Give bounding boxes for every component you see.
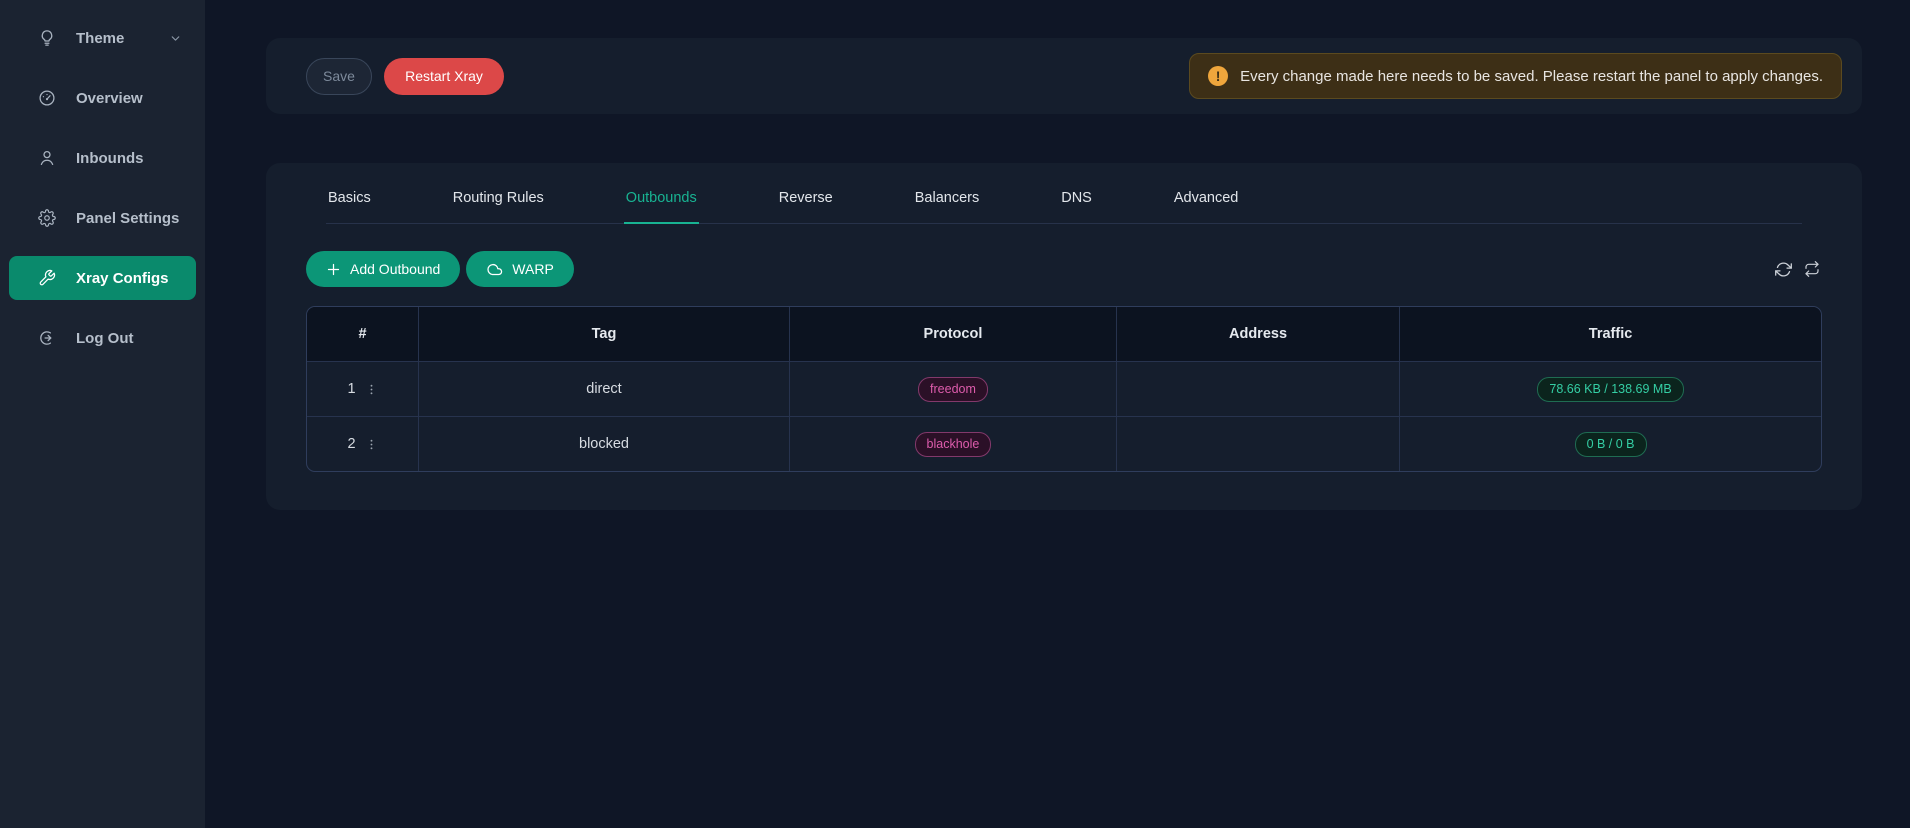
row-menu-icon[interactable] (365, 383, 378, 396)
tab-bar: Basics Routing Rules Outbounds Reverse B… (326, 169, 1802, 224)
restart-xray-button[interactable]: Restart Xray (384, 58, 504, 95)
bulb-icon (38, 29, 56, 47)
address-cell (1117, 416, 1400, 471)
sidebar-item-log-out[interactable]: Log Out (9, 316, 196, 360)
save-button[interactable]: Save (306, 58, 372, 95)
dashboard-icon (38, 89, 56, 107)
refresh-icon[interactable] (1775, 261, 1792, 278)
col-header-traffic: Traffic (1400, 307, 1821, 361)
tab-balancers[interactable]: Balancers (913, 169, 981, 224)
outbounds-actions-row: Add Outbound WARP (306, 251, 1822, 287)
user-icon (38, 149, 56, 167)
warning-text: Every change made here needs to be saved… (1240, 68, 1823, 85)
address-cell (1117, 361, 1400, 416)
xray-panel-page: Theme Overview Inbounds Panel Settings (0, 0, 1910, 828)
outbounds-table: # Tag Protocol Address Traffic 1 (306, 306, 1822, 472)
protocol-badge: freedom (918, 377, 988, 402)
add-outbound-button[interactable]: Add Outbound (306, 251, 460, 287)
warp-label: WARP (512, 261, 553, 277)
sidebar-item-label: Xray Configs (76, 270, 169, 287)
table-row: 1 direct freedom 78.66 KB / 138.69 MB (307, 361, 1821, 416)
table-row: 2 blocked blackhole 0 B / 0 B (307, 416, 1821, 471)
row-index: 1 (347, 381, 355, 397)
table-header-row: # Tag Protocol Address Traffic (307, 307, 1821, 361)
tab-dns[interactable]: DNS (1059, 169, 1094, 224)
protocol-badge: blackhole (915, 432, 992, 457)
col-header-index: # (307, 307, 419, 361)
sidebar-item-xray-configs[interactable]: Xray Configs (9, 256, 196, 300)
table-tools (1775, 261, 1822, 278)
toolbar: Save Restart Xray ! Every change made he… (266, 38, 1862, 114)
sidebar-item-label: Theme (76, 30, 124, 47)
add-outbound-label: Add Outbound (350, 261, 440, 277)
sidebar-item-inbounds[interactable]: Inbounds (9, 136, 196, 180)
warning-banner: ! Every change made here needs to be sav… (1189, 53, 1842, 99)
sidebar-item-panel-settings[interactable]: Panel Settings (9, 196, 196, 240)
warp-button[interactable]: WARP (466, 251, 573, 287)
logout-icon (38, 329, 56, 347)
tab-outbounds[interactable]: Outbounds (624, 169, 699, 224)
sidebar-item-overview[interactable]: Overview (9, 76, 196, 120)
sidebar-item-label: Log Out (76, 330, 133, 347)
gear-icon (38, 209, 56, 227)
tab-advanced[interactable]: Advanced (1172, 169, 1241, 224)
row-index: 2 (347, 436, 355, 452)
sidebar-item-label: Inbounds (76, 150, 144, 167)
tab-routing-rules[interactable]: Routing Rules (451, 169, 546, 224)
tag-cell: direct (419, 361, 790, 416)
warning-icon: ! (1208, 66, 1228, 86)
tab-basics[interactable]: Basics (326, 169, 373, 224)
sidebar-item-label: Overview (76, 90, 143, 107)
cloud-icon (486, 261, 503, 278)
sidebar-item-theme[interactable]: Theme (9, 16, 196, 60)
tab-reverse[interactable]: Reverse (777, 169, 835, 224)
wrench-icon (38, 269, 56, 287)
traffic-badge: 78.66 KB / 138.69 MB (1537, 377, 1683, 402)
sidebar: Theme Overview Inbounds Panel Settings (0, 0, 205, 828)
plus-icon (326, 262, 341, 277)
toolbar-buttons: Save Restart Xray (306, 58, 504, 95)
tag-cell: blocked (419, 416, 790, 471)
repeat-icon[interactable] (1804, 261, 1820, 277)
row-menu-icon[interactable] (365, 438, 378, 451)
col-header-address: Address (1117, 307, 1400, 361)
sidebar-item-label: Panel Settings (76, 210, 179, 227)
chevron-down-icon (169, 32, 182, 45)
xray-settings-card: Basics Routing Rules Outbounds Reverse B… (266, 163, 1862, 510)
traffic-badge: 0 B / 0 B (1575, 432, 1647, 457)
col-header-protocol: Protocol (790, 307, 1117, 361)
main-content: Save Restart Xray ! Every change made he… (205, 0, 1910, 828)
col-header-tag: Tag (419, 307, 790, 361)
